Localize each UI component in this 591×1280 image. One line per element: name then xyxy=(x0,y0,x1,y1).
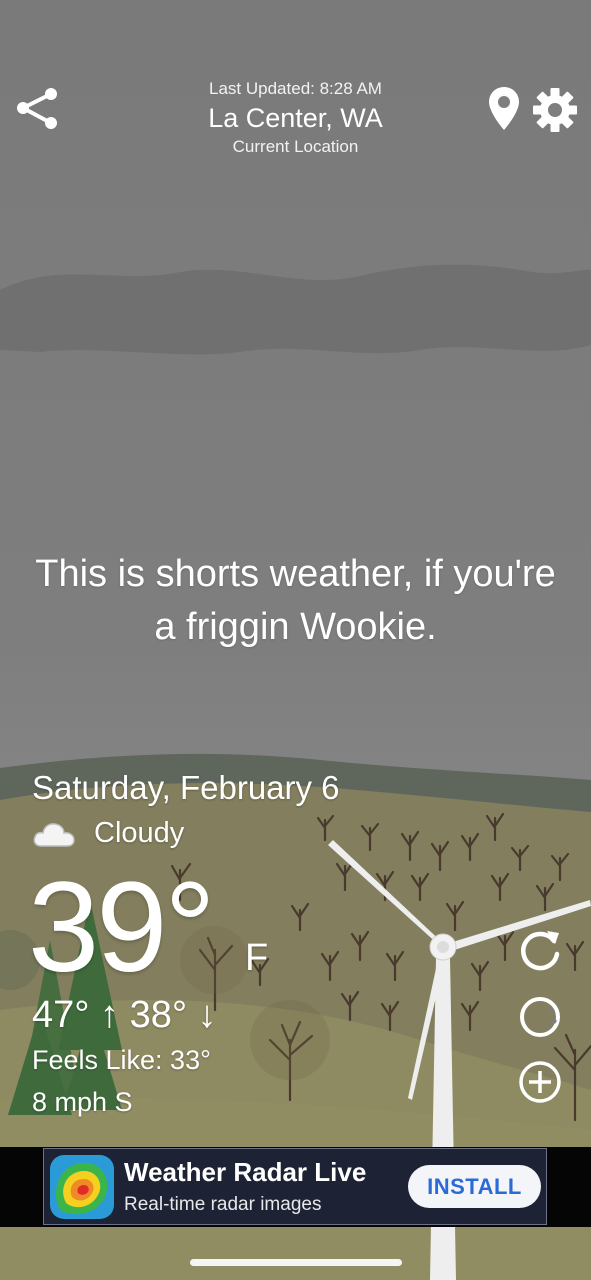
install-button[interactable]: INSTALL xyxy=(408,1165,541,1208)
refresh-icon[interactable] xyxy=(517,927,563,973)
location-pin-icon[interactable] xyxy=(488,87,520,131)
ad-title: Weather Radar Live xyxy=(124,1157,367,1187)
weather-quote: This is shorts weather, if you're a frig… xyxy=(35,553,556,648)
add-icon[interactable] xyxy=(517,1059,563,1105)
forecast-date: Saturday, February 6 xyxy=(32,769,340,806)
wind-speed: 8 mph S xyxy=(32,1087,133,1117)
ad-subtitle: Real-time radar images xyxy=(124,1194,322,1215)
temperature-unit[interactable]: F xyxy=(245,936,268,980)
gear-icon[interactable] xyxy=(532,87,578,133)
moon-icon[interactable] xyxy=(517,994,563,1040)
current-temperature: 39° xyxy=(28,856,216,999)
location-label: Current Location xyxy=(232,137,359,156)
cloud-icon xyxy=(33,823,75,847)
ad-banner[interactable]: Weather Radar Live Real-time radar image… xyxy=(43,1148,547,1225)
high-low-temperature: 47° ↑ 38° ↓ xyxy=(32,994,217,1036)
radar-app-icon xyxy=(50,1155,114,1219)
condition-row: Cloudy xyxy=(32,813,184,853)
feels-like: Feels Like: 33° xyxy=(32,1045,211,1075)
condition-label: Cloudy xyxy=(94,816,185,849)
home-indicator[interactable] xyxy=(190,1259,402,1266)
